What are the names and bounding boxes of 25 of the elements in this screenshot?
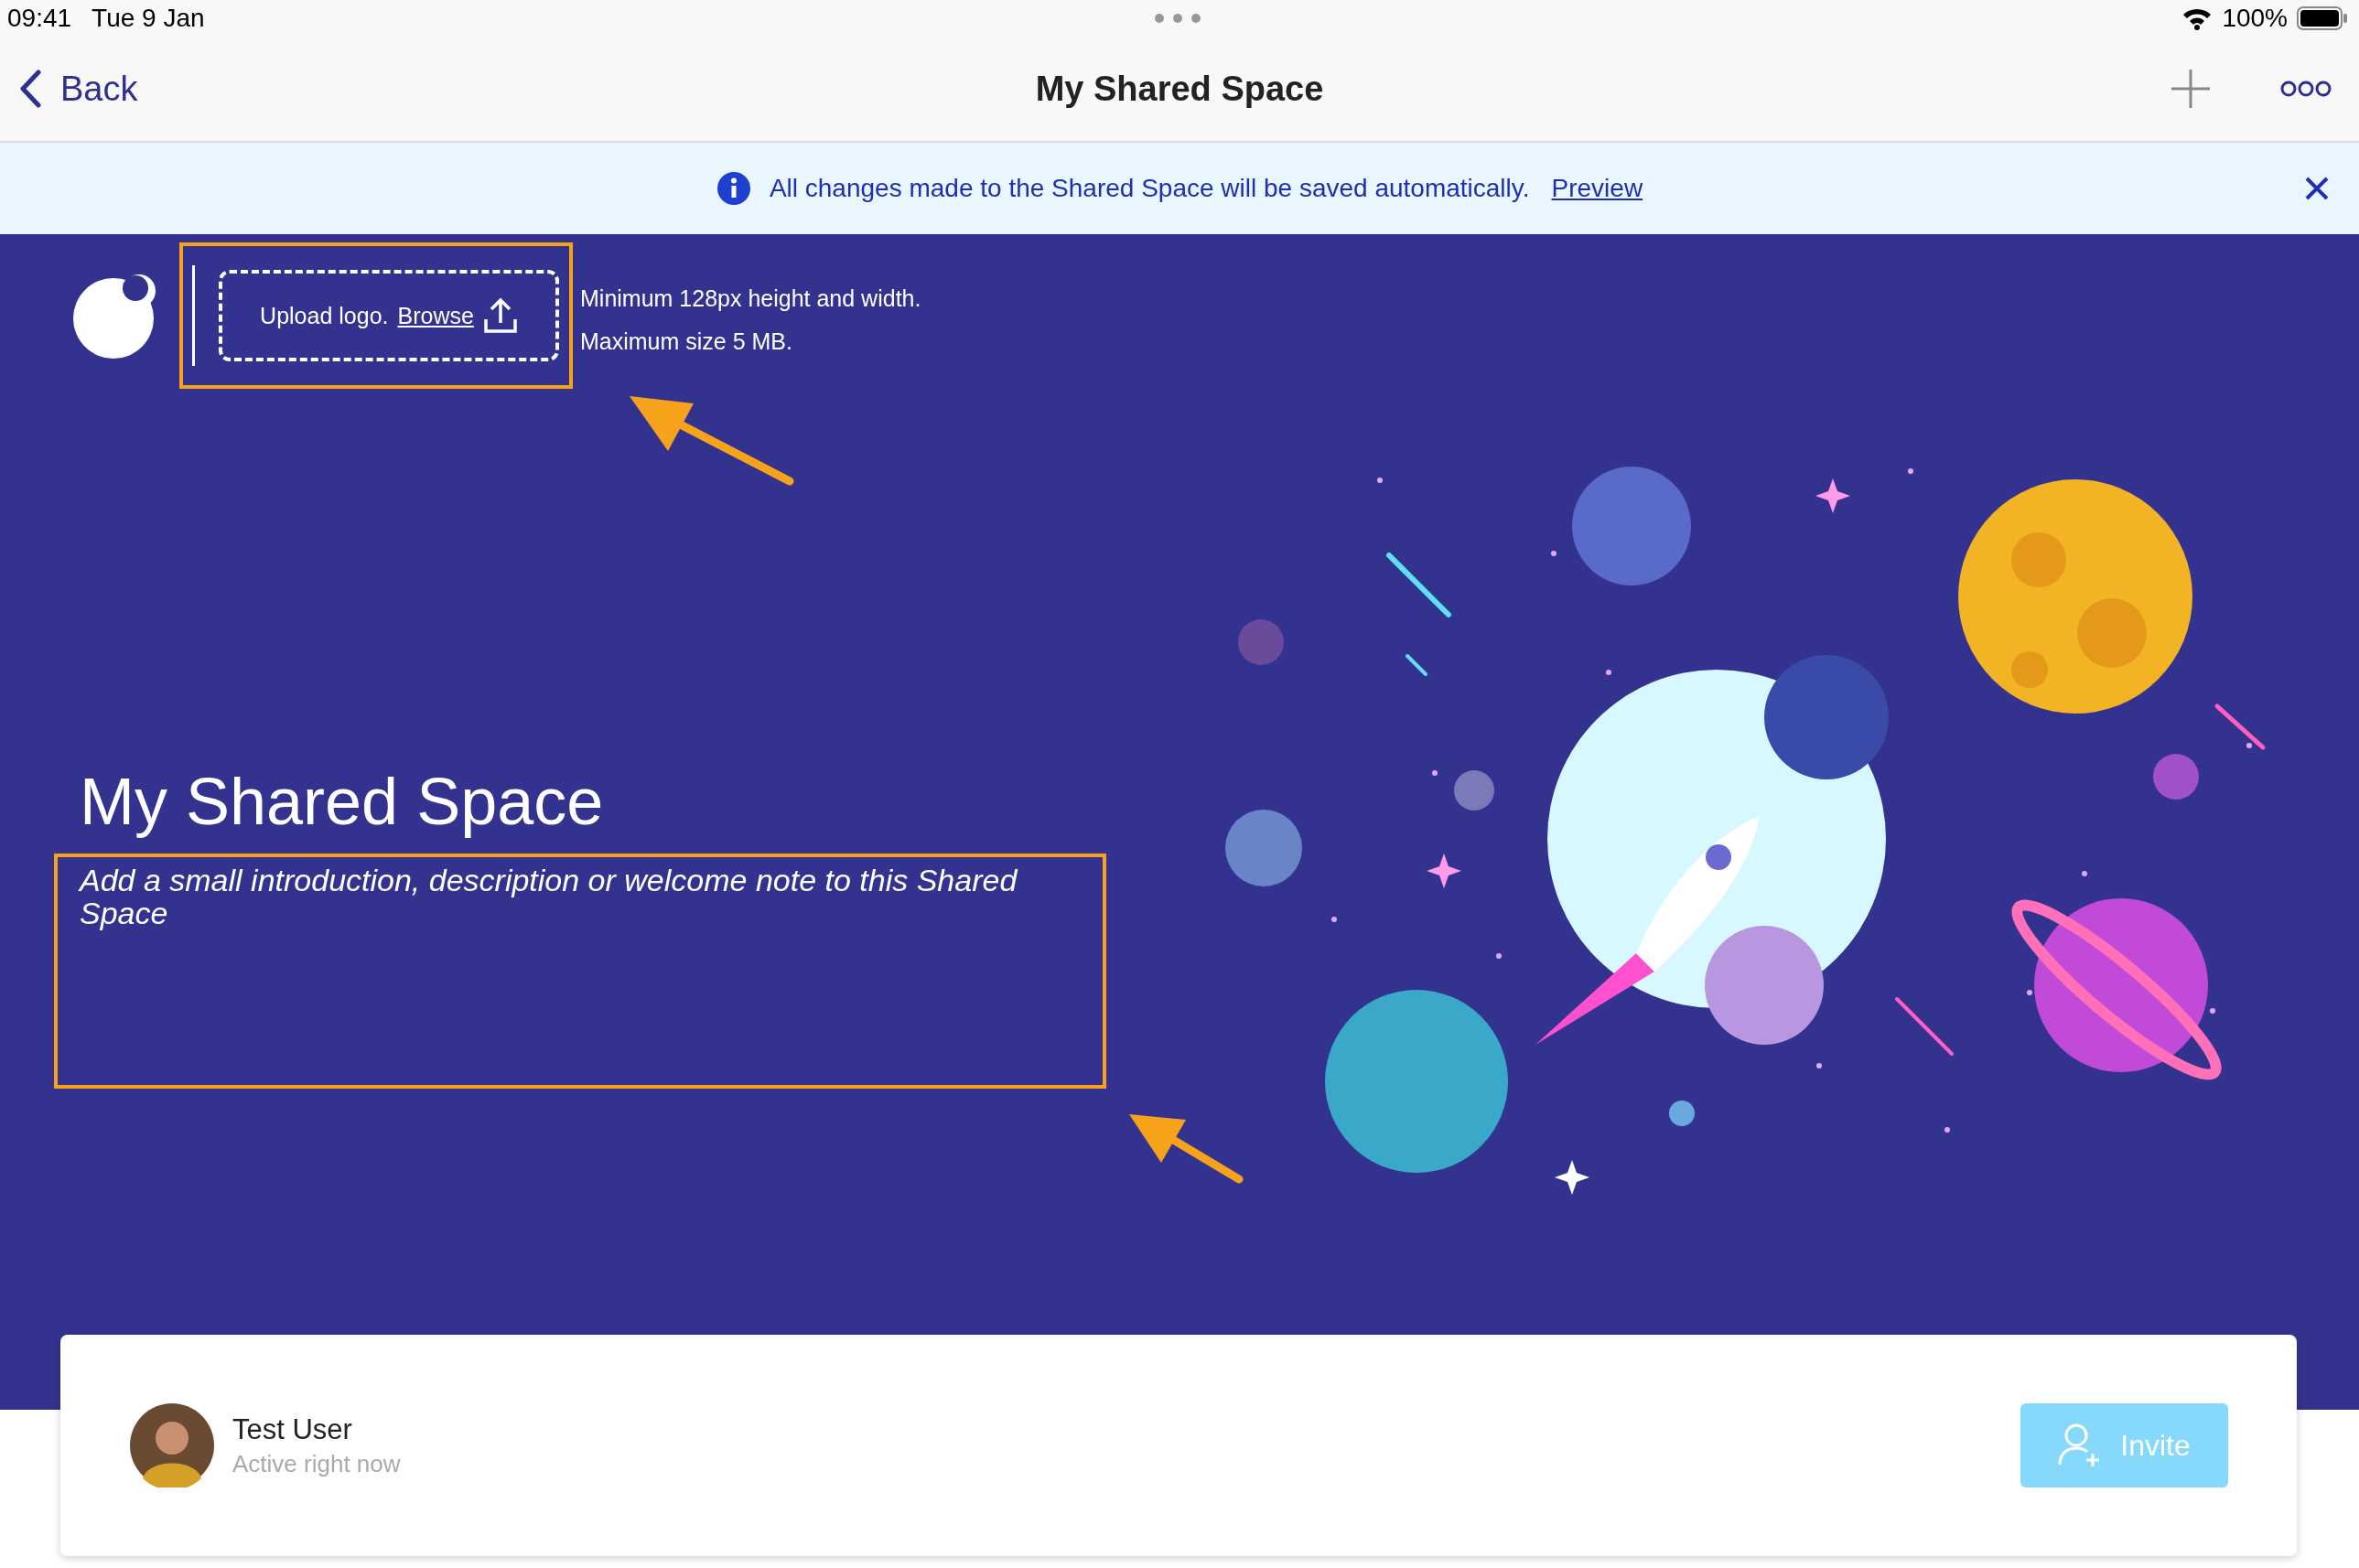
upload-hint: Minimum 128px height and width. <box>580 285 921 313</box>
multitask-dots-icon[interactable] <box>1154 13 1201 24</box>
status-time: 09:41 <box>7 4 72 33</box>
preview-link[interactable]: Preview <box>1551 174 1643 203</box>
upload-dropzone[interactable]: Upload logo. Browse <box>219 270 559 361</box>
status-date: Tue 9 Jan <box>92 4 205 33</box>
banner-message: All changes made to the Shared Space will be saved automatically. <box>769 174 1530 203</box>
chevron-left-icon <box>18 70 42 108</box>
member-name: Test User <box>232 1412 353 1446</box>
description-field[interactable]: Add a small introduction, description or welcome note to this Shared Space <box>54 854 1106 1089</box>
close-icon[interactable] <box>2304 176 2330 201</box>
member-status: Active right now <box>232 1449 401 1478</box>
add-icon[interactable] <box>2170 68 2212 110</box>
more-icon[interactable] <box>2280 81 2332 97</box>
back-button[interactable]: Back <box>18 69 138 109</box>
space-title: My Shared Space <box>80 764 605 839</box>
upload-hint: Maximum size 5 MB. <box>580 328 793 356</box>
upload-label: Upload logo. <box>260 302 389 329</box>
battery-icon <box>2297 6 2348 30</box>
browse-link[interactable]: Browse <box>397 302 474 329</box>
wifi-icon <box>2181 6 2214 30</box>
upload-icon <box>482 297 518 334</box>
battery-percent: 100% <box>2222 4 2288 33</box>
info-icon <box>716 171 751 206</box>
page-title: My Shared Space <box>1035 69 1324 109</box>
